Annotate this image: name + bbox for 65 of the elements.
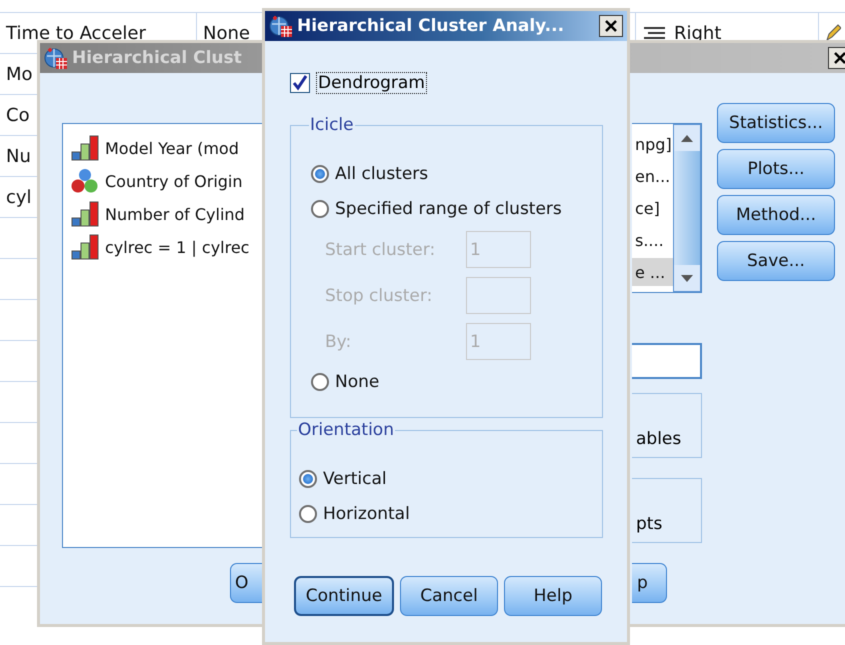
- dialog-button[interactable]: Help: [504, 576, 602, 616]
- variable-item[interactable]: e ...: [632, 258, 673, 286]
- bar-chart-icon: [71, 234, 99, 260]
- app-icon: [44, 46, 68, 70]
- window-title: Hierarchical Clust: [72, 48, 243, 68]
- variable-item[interactable]: s....: [632, 226, 673, 254]
- group-title: Orientation: [297, 420, 395, 440]
- radio-button[interactable]: [311, 200, 329, 218]
- close-button[interactable]: [828, 47, 845, 69]
- field-label: Start cluster:: [325, 240, 436, 260]
- field-label: Stop cluster:: [325, 286, 434, 306]
- dialog-button[interactable]: Continue: [294, 576, 394, 616]
- radio-button[interactable]: [299, 470, 317, 488]
- close-button[interactable]: [599, 15, 623, 37]
- table-cell: Right: [674, 22, 722, 44]
- radio-button[interactable]: [311, 373, 329, 391]
- table-cell: None: [203, 22, 250, 44]
- up-arrow-icon: [681, 134, 693, 142]
- checkmark-icon: [292, 75, 308, 91]
- close-icon: [833, 51, 845, 65]
- radio-label[interactable]: Vertical: [323, 469, 387, 489]
- table-cell: Co: [6, 104, 30, 126]
- variable-list[interactable]: Model Year (mod Country of Origin Number of Cylind cylrec = 1 | cylrec: [62, 123, 262, 548]
- field-label: By:: [325, 332, 352, 352]
- align-right-icon: [642, 27, 666, 39]
- checkbox-label[interactable]: pts: [636, 514, 662, 534]
- down-arrow-icon: [681, 274, 693, 282]
- radio-label[interactable]: Horizontal: [323, 504, 410, 524]
- checkbox-label[interactable]: ables: [636, 429, 682, 449]
- table-cell: Time to Acceler: [6, 22, 146, 44]
- group-title: Icicle: [309, 115, 355, 135]
- bar-chart-icon: [71, 135, 99, 161]
- variable-item[interactable]: en...: [632, 162, 673, 190]
- radio-label[interactable]: None: [335, 372, 380, 392]
- variable-item[interactable]: ce]: [632, 194, 673, 222]
- dialog-button[interactable]: Statistics...: [717, 103, 835, 143]
- bar-chart-icon: [71, 201, 99, 227]
- dialog-button[interactable]: Method...: [717, 195, 835, 235]
- variable-item[interactable]: Number of Cylind: [105, 204, 245, 224]
- radio-button[interactable]: [299, 505, 317, 523]
- app-icon: [269, 14, 293, 38]
- dialog-button[interactable]: p: [632, 563, 667, 603]
- scrollbar[interactable]: [673, 124, 701, 292]
- ok-button[interactable]: O: [230, 563, 262, 603]
- variable-list[interactable]: npg] en... ce] s.... e ...: [632, 123, 702, 293]
- variable-item[interactable]: Country of Origin: [105, 172, 243, 190]
- table-cell: Mo: [6, 64, 33, 84]
- window-title: Hierarchical Cluster Analy...: [297, 16, 566, 36]
- checkbox-label[interactable]: Dendrogram: [316, 72, 427, 94]
- dialog-button[interactable]: Save...: [717, 241, 835, 281]
- variable-item[interactable]: npg]: [632, 130, 673, 158]
- radio-label[interactable]: All clusters: [335, 164, 428, 184]
- radio-button[interactable]: [311, 165, 329, 183]
- variable-item[interactable]: Model Year (mod: [105, 138, 239, 158]
- dialog-button[interactable]: Cancel: [400, 576, 498, 616]
- circles-icon: [71, 168, 99, 194]
- input-field[interactable]: [632, 343, 702, 379]
- checkbox[interactable]: [290, 73, 310, 93]
- table-cell: Nu: [6, 146, 31, 166]
- variable-item[interactable]: cylrec = 1 | cylrec: [105, 238, 250, 256]
- pencil-icon: [825, 24, 841, 42]
- table-cell: cyl: [6, 186, 32, 208]
- close-icon: [604, 19, 618, 33]
- radio-label[interactable]: Specified range of clusters: [335, 199, 562, 219]
- dialog-button[interactable]: Plots...: [717, 149, 835, 189]
